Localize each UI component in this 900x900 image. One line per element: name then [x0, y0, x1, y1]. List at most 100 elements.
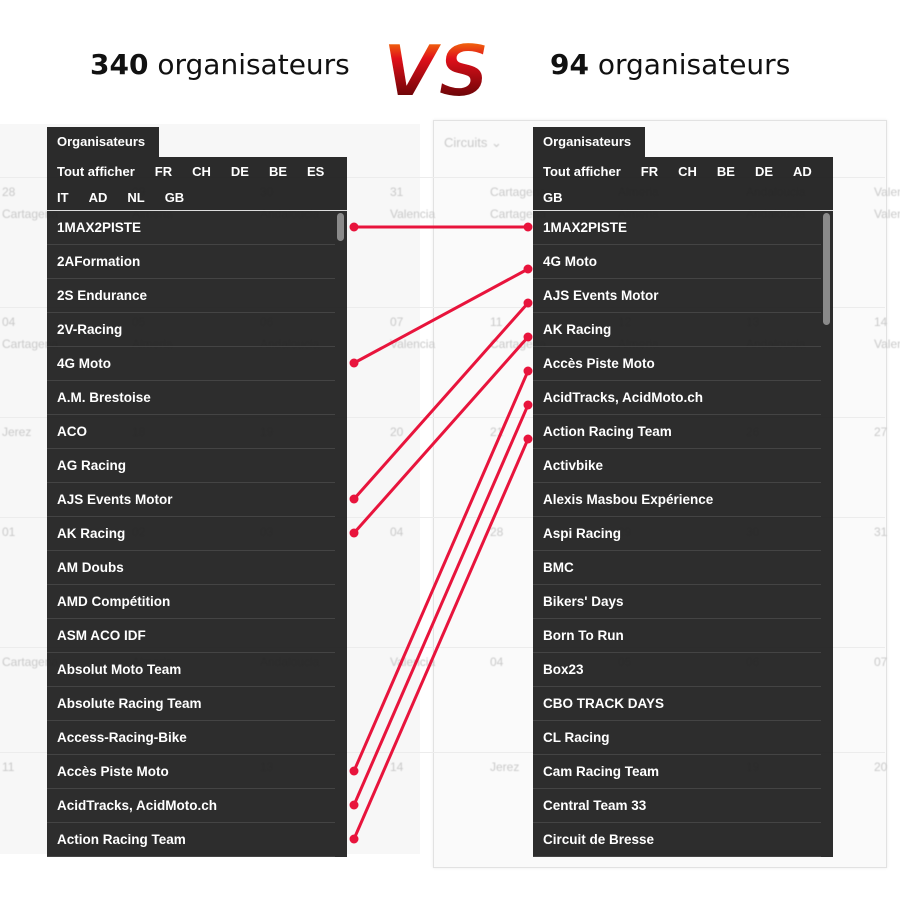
- filter-be[interactable]: BE: [717, 161, 735, 187]
- organiser-item[interactable]: Box23: [533, 653, 821, 687]
- calendar-cell-text: Valencia: [874, 207, 900, 221]
- organiser-item[interactable]: 2AFormation: [47, 245, 335, 279]
- organiser-item[interactable]: AJS Events Motor: [533, 279, 821, 313]
- filter-tout-afficher[interactable]: Tout afficher: [543, 161, 621, 187]
- calendar-cell-text: 11: [490, 315, 503, 329]
- organiser-item[interactable]: Action Racing Team: [47, 823, 335, 857]
- organiser-list: 1MAX2PISTE 2AFormation 2S Endurance 2V-Raci…: [47, 211, 347, 857]
- organiser-item[interactable]: 4G Moto: [533, 245, 821, 279]
- organiser-list: 1MAX2PISTE 4G Moto AJS Events Motor AK Raci…: [533, 211, 833, 857]
- calendar-cell-text: 31: [390, 185, 404, 199]
- filter-it[interactable]: IT: [57, 187, 69, 213]
- organiser-item[interactable]: Action Racing Team: [533, 415, 821, 449]
- filter-ch[interactable]: CH: [678, 161, 697, 187]
- filter-fr[interactable]: FR: [641, 161, 658, 187]
- calendar-cell-text: Valencia: [874, 337, 900, 351]
- filter-ad[interactable]: AD: [89, 187, 108, 213]
- organiser-item[interactable]: Accès Piste Moto: [47, 755, 335, 789]
- organiser-item[interactable]: Access-Racing-Bike: [47, 721, 335, 755]
- left-label: organisateurs: [157, 48, 350, 81]
- organiser-item[interactable]: A.M. Brestoise: [47, 381, 335, 415]
- organisers-tab[interactable]: Organisateurs: [47, 127, 159, 157]
- organiser-item[interactable]: 1MAX2PISTE: [47, 211, 335, 245]
- organiser-item[interactable]: ACO: [47, 415, 335, 449]
- calendar-cell-text: 14: [390, 760, 404, 774]
- filter-gb[interactable]: GB: [165, 187, 185, 213]
- filter-de[interactable]: DE: [231, 161, 249, 187]
- circuits-dropdown[interactable]: Circuits ⌄: [444, 135, 502, 151]
- organiser-item[interactable]: BMC: [533, 551, 821, 585]
- organiser-item[interactable]: Bikers' Days: [533, 585, 821, 619]
- organiser-item[interactable]: 2V-Racing: [47, 313, 335, 347]
- organiser-item[interactable]: Activbike: [533, 449, 821, 483]
- calendar-cell-text: Valencia: [390, 207, 436, 221]
- right-headline: 94 organisateurs: [550, 48, 790, 81]
- country-filters: Tout afficher FR CH BE DE AD GB: [533, 157, 833, 211]
- right-organisers-dropdown: Organisateurs Tout afficher FR CH BE DE ADGB …: [533, 127, 833, 857]
- organiser-item[interactable]: CL Racing: [533, 721, 821, 755]
- calendar-cell-text: 04: [390, 525, 404, 539]
- calendar-cell-text: 14: [874, 315, 888, 329]
- organiser-item[interactable]: AK Racing: [533, 313, 821, 347]
- organiser-item[interactable]: Central Team 33: [533, 789, 821, 823]
- filter-be[interactable]: BE: [269, 161, 287, 187]
- filter-ad[interactable]: AD: [793, 161, 812, 187]
- right-label: organisateurs: [597, 48, 791, 81]
- organiser-item[interactable]: AK Racing: [47, 517, 335, 551]
- calendar-cell-text: Valencia: [874, 185, 900, 199]
- organiser-item[interactable]: AG Racing: [47, 449, 335, 483]
- scrollbar[interactable]: [337, 213, 344, 241]
- organisers-tab[interactable]: Organisateurs: [533, 127, 645, 157]
- organiser-item[interactable]: 2S Endurance: [47, 279, 335, 313]
- organiser-item[interactable]: ASM ACO IDF: [47, 619, 335, 653]
- organiser-item[interactable]: AcidTracks, AcidMoto.ch: [47, 789, 335, 823]
- filter-ch[interactable]: CH: [192, 161, 211, 187]
- organiser-item[interactable]: 4G Moto: [47, 347, 335, 381]
- filter-gb[interactable]: GB: [543, 187, 563, 213]
- organiser-item[interactable]: Absolut Moto Team: [47, 653, 335, 687]
- filter-es[interactable]: ES: [307, 161, 324, 187]
- left-count: 340: [90, 48, 149, 81]
- organiser-item[interactable]: Aspi Racing: [533, 517, 821, 551]
- calendar-cell-text: 07: [390, 315, 404, 329]
- organiser-item[interactable]: Accès Piste Moto: [533, 347, 821, 381]
- scrollbar[interactable]: [823, 213, 830, 325]
- country-filters: Tout afficher FR CH DE BE ES IT AD NL GB: [47, 157, 347, 211]
- organiser-item[interactable]: Born To Run: [533, 619, 821, 653]
- calendar-cell-text: 07: [874, 655, 888, 669]
- calendar-cell-text: Valencia: [390, 337, 436, 351]
- calendar-cell-text: 04: [2, 315, 16, 329]
- filter-nl[interactable]: NL: [127, 187, 144, 213]
- filter-de[interactable]: DE: [755, 161, 773, 187]
- organiser-item[interactable]: Circuit de Bresse: [533, 823, 821, 857]
- calendar-cell-text: Valencia: [390, 655, 436, 669]
- filter-tout-afficher[interactable]: Tout afficher: [57, 161, 135, 187]
- calendar-cell-text: 31: [874, 525, 888, 539]
- calendar-cell-text: 27: [874, 425, 888, 439]
- organiser-item[interactable]: AcidTracks, AcidMoto.ch: [533, 381, 821, 415]
- left-organisers-dropdown: Organisateurs Tout afficher FR CH DE BE ES IT A…: [47, 127, 347, 857]
- svg-text:VS: VS: [386, 29, 486, 110]
- organiser-item[interactable]: AJS Events Motor: [47, 483, 335, 517]
- organiser-item[interactable]: Absolute Racing Team: [47, 687, 335, 721]
- calendar-cell-text: 04: [490, 655, 504, 669]
- right-count: 94: [550, 48, 589, 81]
- organiser-item[interactable]: CBO TRACK DAYS: [533, 687, 821, 721]
- calendar-cell-text: 20: [874, 760, 888, 774]
- calendar-cell-text: Jerez: [490, 760, 520, 774]
- calendar-cell-text: Jerez: [2, 425, 32, 439]
- calendar-cell-text: 28: [2, 185, 16, 199]
- organiser-item[interactable]: AM Doubs: [47, 551, 335, 585]
- calendar-cell-text: 11: [2, 760, 15, 774]
- organiser-item[interactable]: Alexis Masbou Expérience: [533, 483, 821, 517]
- calendar-cell-text: 20: [390, 425, 404, 439]
- left-headline: 340 organisateurs: [90, 48, 350, 81]
- vs-logo: VS: [386, 28, 486, 110]
- calendar-cell-text: 01: [2, 525, 16, 539]
- filter-fr[interactable]: FR: [155, 161, 172, 187]
- calendar-cell-text: 21: [490, 425, 504, 439]
- organiser-item[interactable]: 1MAX2PISTE: [533, 211, 821, 245]
- calendar-cell-text: 28: [490, 525, 504, 539]
- organiser-item[interactable]: AMD Compétition: [47, 585, 335, 619]
- organiser-item[interactable]: Cam Racing Team: [533, 755, 821, 789]
